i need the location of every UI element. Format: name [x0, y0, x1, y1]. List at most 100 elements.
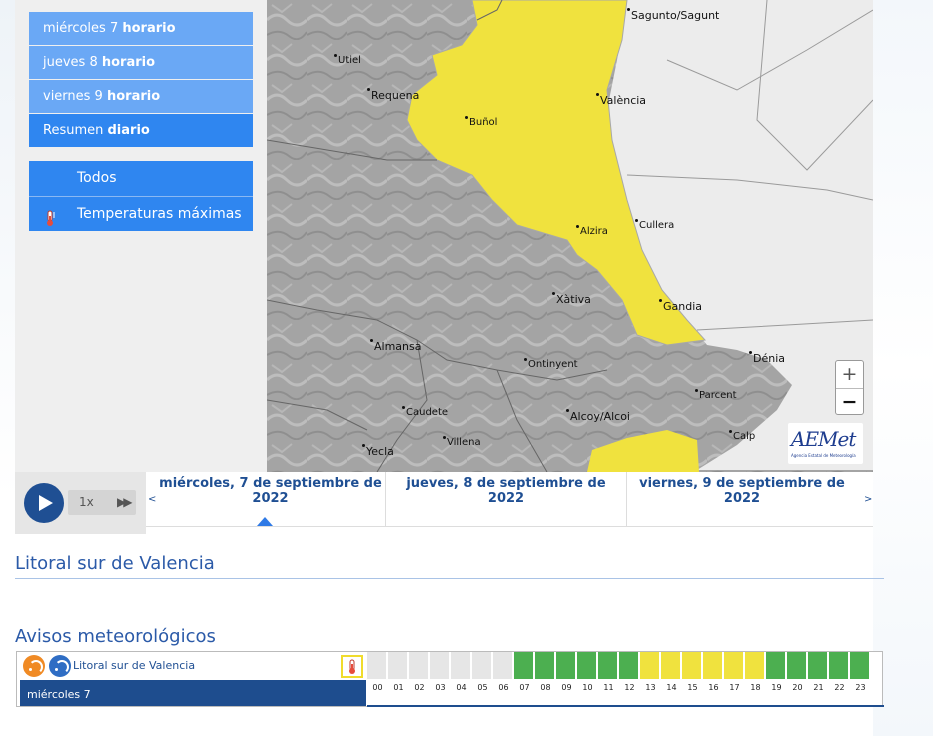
map-canvas: [267, 0, 873, 472]
hour-cell[interactable]: [409, 652, 429, 679]
menu-item-wednesday[interactable]: miércoles 7 horario: [29, 12, 253, 45]
hour-cell[interactable]: [556, 652, 576, 679]
tab-label: jueves, 8 de septiembre de 2022: [406, 476, 606, 506]
hour-cell[interactable]: [766, 652, 786, 679]
speed-control[interactable]: 1x ▶▶: [68, 490, 136, 515]
hour-cell[interactable]: [367, 652, 387, 679]
menu-item-label-bold: diario: [107, 123, 150, 138]
hour-cell[interactable]: [703, 652, 723, 679]
zone-link[interactable]: Litoral sur de Valencia: [73, 659, 195, 672]
hour-cell[interactable]: [682, 652, 702, 679]
hour-label: 20: [792, 683, 803, 692]
hour-label: 02: [414, 683, 425, 692]
menu-item-label: jueves 8: [43, 55, 102, 70]
zoom-in-button[interactable]: +: [836, 361, 863, 388]
city-label: Ontinyent: [524, 358, 578, 370]
hour-label: 00: [372, 683, 383, 692]
tab-day-friday[interactable]: viernes, 9 de septiembre de 2022: [627, 472, 857, 526]
hour-cell[interactable]: [829, 652, 849, 679]
city-label: Sagunto/Sagunt: [626, 8, 720, 22]
city-label: Requena: [366, 88, 420, 102]
city-label: Parcent: [695, 389, 737, 401]
warnings-title: Avisos meteorológicos: [15, 626, 216, 647]
city-label: Alzira: [576, 225, 608, 237]
menu-item-daily-summary[interactable]: Resumen diario: [29, 114, 253, 147]
divider: [367, 705, 884, 707]
hour-cell[interactable]: [451, 652, 471, 679]
hour-label: 04: [456, 683, 467, 692]
aemet-logo[interactable]: AEMet Agencia Estatal de Meteorología: [788, 423, 863, 464]
hour-label: 11: [603, 683, 614, 692]
menu-item-friday[interactable]: viernes 9 horario: [29, 80, 253, 113]
warnings-map[interactable]: Sagunto/Sagunt Utiel Requena València Bu…: [267, 0, 873, 472]
hour-label: 07: [519, 683, 530, 692]
hour-cell[interactable]: [745, 652, 765, 679]
layer-label: Todos: [77, 170, 117, 186]
city-label: Villena: [443, 436, 481, 448]
rss-icon[interactable]: [23, 655, 45, 677]
hour-cell[interactable]: [388, 652, 408, 679]
menu-item-label: viernes 9: [43, 89, 107, 104]
logo-subtitle: Agencia Estatal de Meteorología: [791, 453, 856, 458]
city-label: Caudete: [401, 406, 449, 418]
menu-item-label-bold: horario: [106, 89, 161, 104]
tab-day-thursday[interactable]: jueves, 8 de septiembre de 2022: [386, 472, 626, 526]
hour-cell[interactable]: [514, 652, 534, 679]
fast-forward-icon[interactable]: ▶▶: [117, 495, 133, 509]
hour-cell[interactable]: [661, 652, 681, 679]
layer-max-temperatures[interactable]: Temperaturas máximas: [29, 196, 253, 231]
hour-cell[interactable]: [850, 652, 870, 679]
city-label: Gandia: [658, 299, 703, 313]
hour-cell[interactable]: [808, 652, 828, 679]
layer-all[interactable]: Todos: [29, 161, 253, 196]
hour-label: 03: [435, 683, 446, 692]
city-label: Utiel: [334, 54, 361, 66]
next-day-arrow[interactable]: >: [864, 494, 872, 505]
city-label: Calp: [728, 430, 756, 442]
background-decoration: [873, 0, 933, 736]
hour-cell[interactable]: [640, 652, 660, 679]
hour-label: 15: [687, 683, 698, 692]
rss-icon[interactable]: [49, 655, 71, 677]
warnings-day-label: miércoles 7: [20, 680, 366, 706]
hour-label: 23: [855, 683, 866, 692]
thermometer-icon: [43, 206, 57, 226]
hour-cell[interactable]: [787, 652, 807, 679]
hour-cell[interactable]: [535, 652, 555, 679]
hour-cell[interactable]: [430, 652, 450, 679]
hour-label: 05: [477, 683, 488, 692]
city-label: València: [595, 93, 647, 107]
hour-cell[interactable]: [619, 652, 639, 679]
hour-label: 16: [708, 683, 719, 692]
hour-cell[interactable]: [577, 652, 597, 679]
hour-cell[interactable]: [724, 652, 744, 679]
hour-label: 22: [834, 683, 845, 692]
hour-label: 08: [540, 683, 551, 692]
tab-label: viernes, 9 de septiembre de 2022: [639, 476, 845, 506]
hour-label: 06: [498, 683, 509, 692]
hour-cell[interactable]: [598, 652, 618, 679]
city-label: Xàtiva: [552, 292, 591, 306]
zoom-out-button[interactable]: −: [836, 388, 863, 415]
active-day-indicator: [257, 517, 273, 526]
play-icon[interactable]: [24, 483, 64, 523]
hour-label: 12: [624, 683, 635, 692]
logo-text: AEMet: [791, 427, 856, 451]
layer-label: Temperaturas máximas: [77, 206, 242, 222]
menu-item-thursday[interactable]: jueves 8 horario: [29, 46, 253, 79]
hour-label: 09: [561, 683, 572, 692]
city-label: Buñol: [464, 116, 498, 128]
menu-item-label-bold: horario: [101, 55, 156, 70]
warnings-table: Litoral sur de Valencia miércoles 7 00 01…: [16, 651, 884, 707]
city-label: Alcoy/Alcoi: [566, 409, 630, 423]
menu-item-label: Resumen: [43, 123, 108, 138]
zoom-control: + −: [835, 360, 864, 415]
hour-cell[interactable]: [493, 652, 513, 679]
menu-item-label: miércoles 7: [43, 21, 123, 36]
tab-label: miércoles, 7 de septiembre de 2022: [159, 476, 382, 506]
speed-label: 1x: [79, 495, 94, 509]
hour-label: 10: [582, 683, 593, 692]
hour-cell[interactable]: [472, 652, 492, 679]
hour-label: 19: [771, 683, 782, 692]
thermometer-icon[interactable]: [341, 655, 363, 678]
